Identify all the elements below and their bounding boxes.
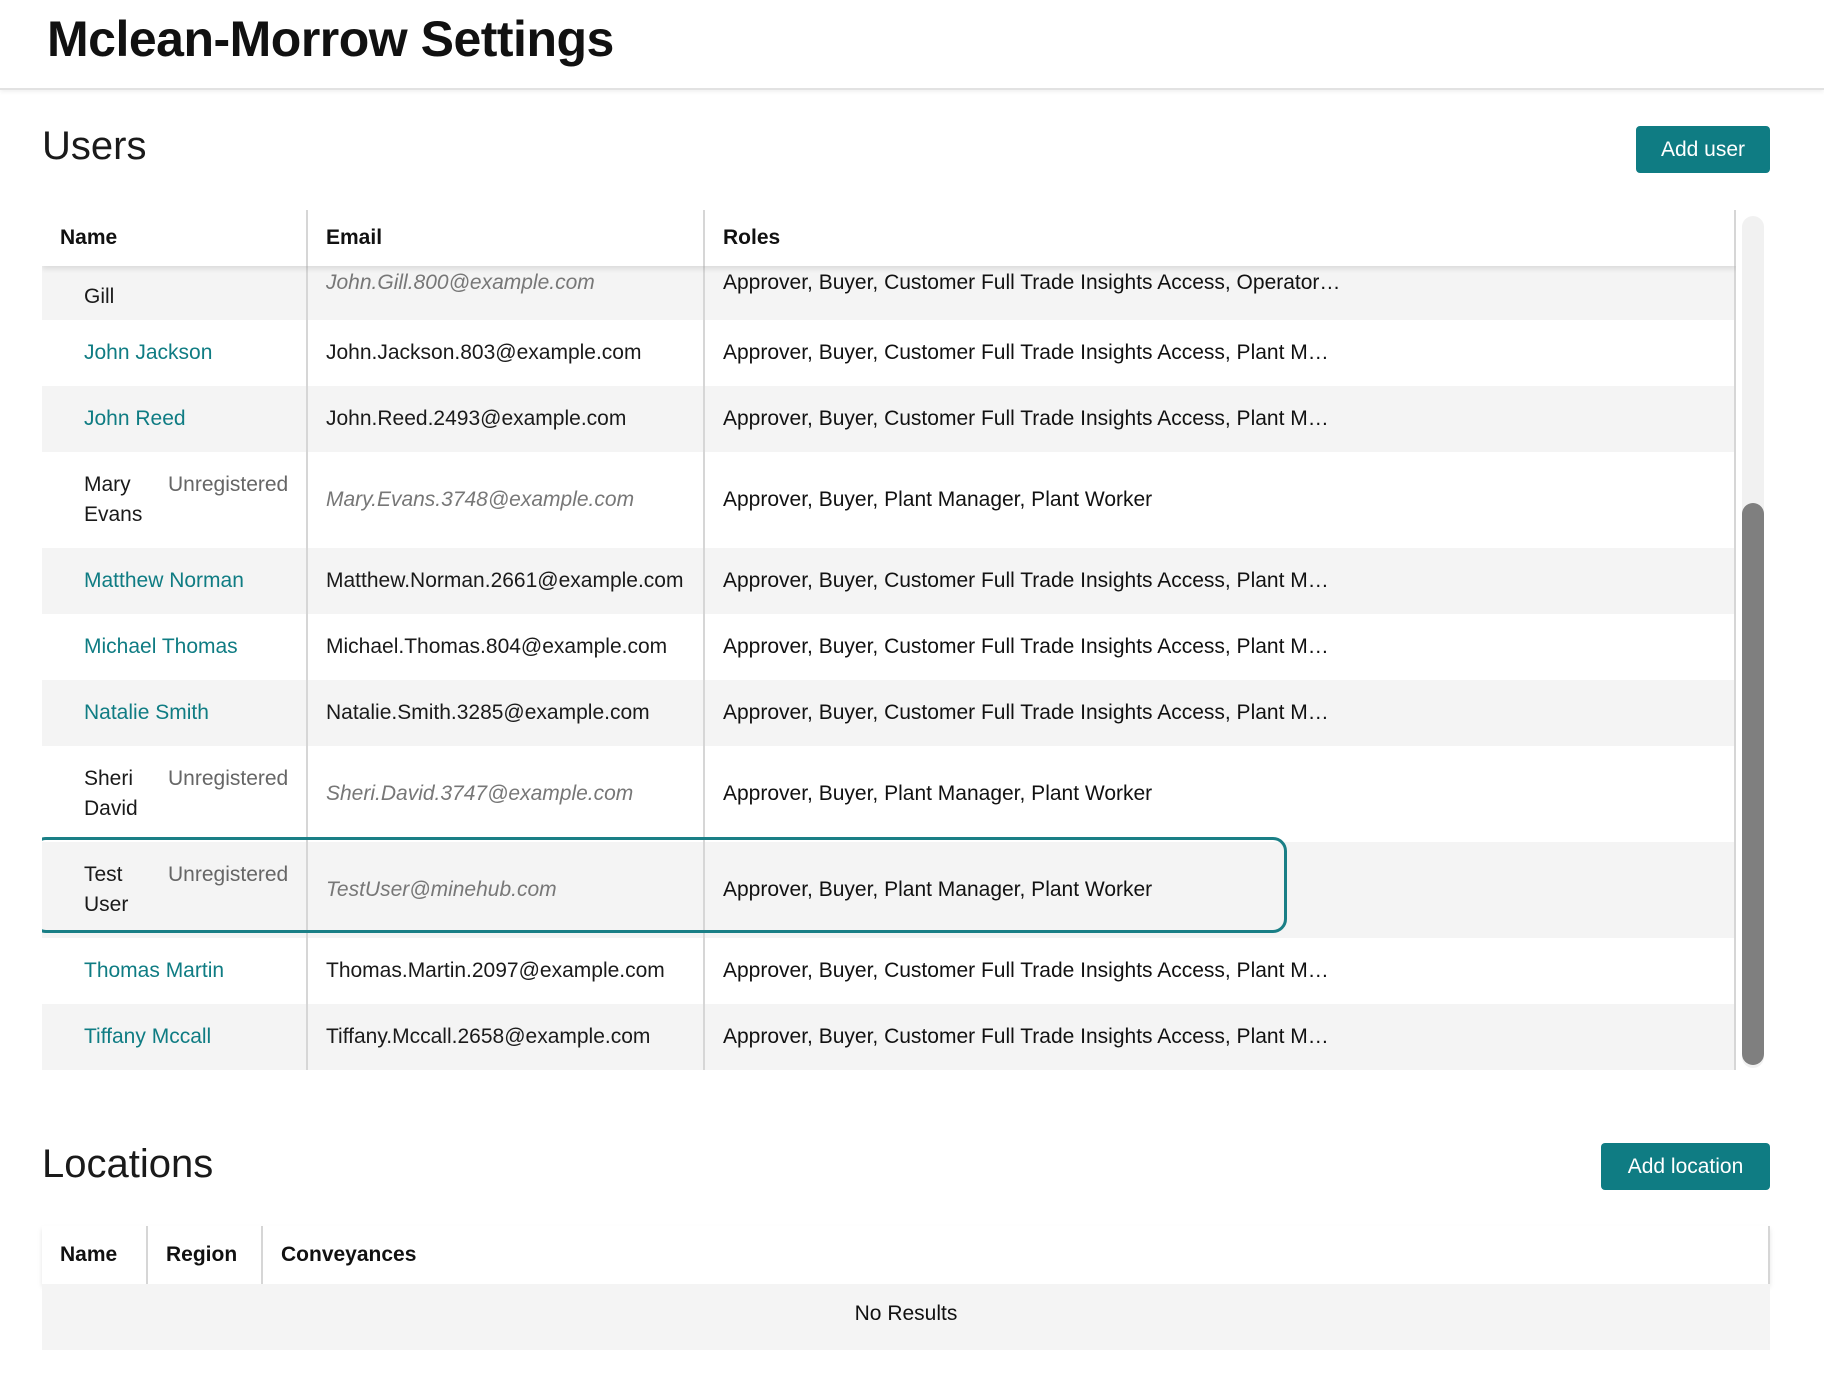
- user-email: Mary.Evans.3748@example.com: [326, 488, 635, 511]
- user-name-link[interactable]: Michael Thomas: [84, 632, 238, 662]
- user-roles: Approver, Buyer, Customer Full Trade Ins…: [723, 1025, 1329, 1048]
- user-email: John.Reed.2493@example.com: [326, 407, 627, 430]
- user-email: Matthew.Norman.2661@example.com: [326, 569, 684, 592]
- user-email: Thomas.Martin.2097@example.com: [326, 959, 665, 982]
- user-email: Tiffany.Mccall.2658@example.com: [326, 1025, 651, 1048]
- locations-section-title: Locations: [42, 1142, 214, 1186]
- user-email: John.Gill.800@example.com: [326, 271, 595, 294]
- unregistered-badge: Unregistered: [168, 473, 289, 496]
- table-row[interactable]: Mary Evans Unregistered Mary.Evans.3748@…: [42, 452, 1736, 548]
- table-row[interactable]: John Jackson John.Jackson.803@example.co…: [42, 320, 1736, 386]
- page-title: Mclean-Morrow Settings: [47, 11, 614, 67]
- user-email: Sheri.David.3747@example.com: [326, 782, 634, 805]
- table-row[interactable]: Michael Thomas Michael.Thomas.804@exampl…: [42, 614, 1736, 680]
- table-row[interactable]: Sheri David Unregistered Sheri.David.374…: [42, 746, 1736, 842]
- user-email: Michael.Thomas.804@example.com: [326, 635, 668, 658]
- user-roles: Approver, Buyer, Customer Full Trade Ins…: [723, 271, 1341, 294]
- user-name-last: Evans: [84, 503, 143, 526]
- column-header-name[interactable]: Name: [60, 226, 117, 250]
- add-location-button[interactable]: Add location: [1601, 1143, 1770, 1190]
- user-name-link[interactable]: Natalie Smith: [84, 698, 209, 728]
- users-scrollbar-thumb[interactable]: [1742, 503, 1764, 1065]
- user-name-link[interactable]: Tiffany Mccall: [84, 1022, 211, 1052]
- user-email: Natalie.Smith.3285@example.com: [326, 701, 650, 724]
- user-name-link[interactable]: Matthew Norman: [84, 566, 244, 596]
- users-table-header: Name Email Roles: [42, 210, 1736, 266]
- empty-state-text: No Results: [854, 1302, 958, 1325]
- user-name-last: User: [84, 893, 129, 916]
- table-row[interactable]: Matthew Norman Matthew.Norman.2661@examp…: [42, 548, 1736, 614]
- table-row-highlighted[interactable]: Test User Unregistered TestUser@minehub.…: [42, 842, 1736, 938]
- column-divider: [1734, 210, 1736, 1070]
- locations-table-header: Name Region Conveyances: [42, 1226, 1770, 1350]
- column-divider: [703, 210, 705, 266]
- column-divider: [703, 210, 705, 1070]
- column-divider: [306, 210, 308, 266]
- table-row[interactable]: Thomas Martin Thomas.Martin.2097@example…: [42, 938, 1736, 1004]
- column-header-name[interactable]: Name: [60, 1243, 117, 1267]
- column-header-email[interactable]: Email: [326, 226, 382, 250]
- user-roles: Approver, Buyer, Plant Manager, Plant Wo…: [723, 488, 1153, 511]
- column-divider: [306, 210, 308, 1070]
- column-header-conveyances[interactable]: Conveyances: [281, 1243, 416, 1267]
- unregistered-badge: Unregistered: [168, 767, 289, 790]
- top-bar: Mclean-Morrow Settings: [0, 0, 1824, 90]
- locations-table: Name Region Conveyances No Results: [42, 1226, 1770, 1350]
- user-name-link[interactable]: John Reed: [84, 404, 186, 434]
- column-divider: [146, 1226, 148, 1284]
- user-name-first: Test: [84, 863, 123, 886]
- user-roles: Approver, Buyer, Customer Full Trade Ins…: [723, 635, 1329, 658]
- column-divider: [1734, 210, 1736, 266]
- users-section-title: Users: [42, 124, 147, 168]
- user-name-first: Sheri: [84, 767, 134, 790]
- user-email: TestUser@minehub.com: [326, 878, 557, 901]
- user-name-link[interactable]: Thomas Martin: [84, 956, 224, 986]
- user-roles: Approver, Buyer, Customer Full Trade Ins…: [723, 701, 1329, 724]
- user-roles: Approver, Buyer, Customer Full Trade Ins…: [723, 959, 1329, 982]
- column-divider: [261, 1226, 263, 1284]
- column-header-region[interactable]: Region: [166, 1243, 237, 1267]
- user-roles: Approver, Buyer, Customer Full Trade Ins…: [723, 569, 1329, 592]
- user-roles: Approver, Buyer, Customer Full Trade Ins…: [723, 341, 1329, 364]
- users-table: Gill John.Gill.800@example.com Approver,…: [42, 210, 1736, 1070]
- table-row[interactable]: Tiffany Mccall Tiffany.Mccall.2658@examp…: [42, 1004, 1736, 1070]
- user-roles: Approver, Buyer, Plant Manager, Plant Wo…: [723, 782, 1153, 805]
- user-roles: Approver, Buyer, Plant Manager, Plant Wo…: [723, 878, 1153, 901]
- user-roles: Approver, Buyer, Customer Full Trade Ins…: [723, 407, 1329, 430]
- add-user-button[interactable]: Add user: [1636, 126, 1770, 173]
- user-name-first: Mary: [84, 473, 131, 496]
- user-name: Gill: [84, 285, 115, 308]
- locations-table-body: No Results: [42, 1284, 1770, 1350]
- user-email: John.Jackson.803@example.com: [326, 341, 642, 364]
- unregistered-badge: Unregistered: [168, 863, 289, 886]
- column-header-roles[interactable]: Roles: [723, 226, 780, 250]
- table-row[interactable]: Gill John.Gill.800@example.com Approver,…: [42, 266, 1736, 320]
- table-row[interactable]: John Reed John.Reed.2493@example.com App…: [42, 386, 1736, 452]
- table-row[interactable]: Natalie Smith Natalie.Smith.3285@example…: [42, 680, 1736, 746]
- user-name-link[interactable]: John Jackson: [84, 338, 212, 368]
- user-name-last: David: [84, 797, 138, 820]
